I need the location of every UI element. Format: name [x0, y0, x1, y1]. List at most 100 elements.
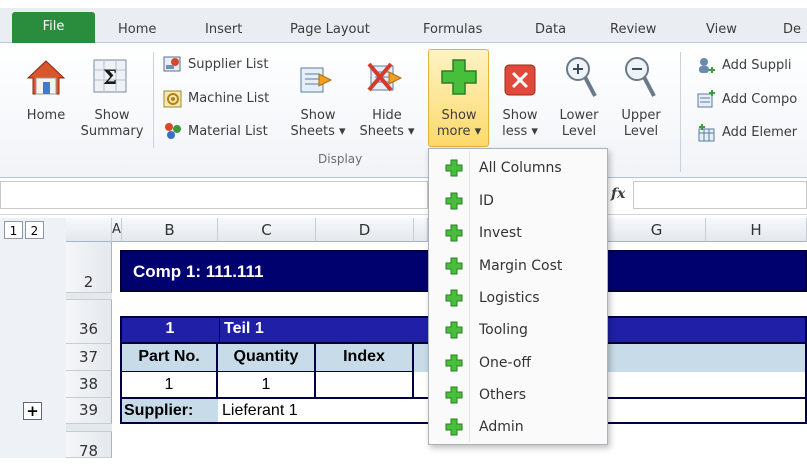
plus-icon: [445, 159, 463, 181]
show-less-button[interactable]: Show less ▾: [494, 108, 546, 140]
tab-file[interactable]: File: [12, 12, 95, 44]
ribbon-separator: [153, 52, 154, 148]
row-header-hidden: [66, 293, 112, 300]
menu-item-others[interactable]: Others: [429, 379, 607, 411]
tab-insert[interactable]: Insert: [205, 22, 242, 37]
outline-level-1-button[interactable]: 1: [4, 221, 23, 239]
part-name-cell[interactable]: Teil 1: [224, 320, 264, 338]
column-header-h[interactable]: H: [706, 218, 807, 242]
menu-item-margin-cost[interactable]: Margin Cost: [429, 250, 607, 282]
tab-formulas[interactable]: Formulas: [423, 22, 482, 37]
tab-view[interactable]: View: [706, 22, 737, 37]
tab-home[interactable]: Home: [118, 22, 156, 37]
tab-page-layout[interactable]: Page Layout: [290, 22, 370, 37]
row-header-2[interactable]: 2: [66, 242, 112, 293]
header-quantity[interactable]: Quantity: [218, 344, 316, 372]
zoom-in-icon: [563, 54, 597, 104]
select-all-corner[interactable]: [66, 218, 112, 242]
add-supplier-icon: [696, 56, 716, 80]
menu-item-label: Tooling: [479, 322, 528, 338]
home-icon: [26, 58, 66, 102]
ribbon-separator: [680, 52, 681, 172]
hide-sheets-button[interactable]: Hide Sheets ▾: [358, 108, 416, 140]
plus-icon: [445, 321, 463, 343]
menu-item-admin[interactable]: Admin: [429, 411, 607, 443]
menu-item-tooling[interactable]: Tooling: [429, 314, 607, 346]
menu-item-invest[interactable]: Invest: [429, 217, 607, 249]
cell-divider: [219, 316, 220, 344]
outline-gutter: [0, 218, 67, 458]
insert-function-icon[interactable]: fx: [611, 186, 625, 202]
value-part-no[interactable]: 1: [122, 372, 218, 399]
header-index[interactable]: Index: [316, 344, 414, 372]
minus-close-icon: [503, 63, 537, 101]
column-header-b[interactable]: B: [122, 218, 218, 242]
header-part-no[interactable]: Part No.: [122, 344, 218, 372]
display-group-label: Display: [318, 152, 363, 166]
plus-icon: [445, 289, 463, 311]
tab-developer[interactable]: De: [783, 22, 801, 37]
supplier-list-button[interactable]: Supplier List: [188, 57, 268, 72]
row-header-38[interactable]: 38: [66, 371, 112, 398]
svg-text:Σ: Σ: [103, 65, 117, 89]
row-header-39[interactable]: 39: [66, 398, 112, 424]
row-header-78[interactable]: 78: [66, 432, 112, 460]
value-quantity[interactable]: 1: [218, 372, 316, 399]
part-number-cell[interactable]: 1: [122, 320, 218, 338]
show-sheets-button[interactable]: Show Sheets ▾: [290, 108, 346, 140]
menu-item-id[interactable]: ID: [429, 185, 607, 217]
add-element-button[interactable]: Add Elemer: [722, 125, 797, 140]
show-more-button[interactable]: Show more ▾: [430, 108, 488, 140]
show-sheets-icon: [299, 64, 333, 100]
menu-item-label: Invest: [479, 225, 522, 241]
row-header-37[interactable]: 37: [66, 344, 112, 371]
hide-sheets-icon: [367, 60, 403, 98]
plus-icon: [445, 224, 463, 246]
column-header-c[interactable]: C: [218, 218, 316, 242]
menu-item-label: One-off: [479, 355, 532, 371]
upper-level-button[interactable]: Upper Level: [613, 108, 669, 140]
menu-item-label: Margin Cost: [479, 258, 563, 274]
home-button[interactable]: Home: [20, 108, 72, 124]
lower-level-button[interactable]: Lower Level: [553, 108, 605, 140]
value-index[interactable]: [316, 372, 414, 399]
menu-item-logistics[interactable]: Logistics: [429, 282, 607, 314]
column-header-g[interactable]: G: [608, 218, 706, 242]
row-header-36[interactable]: 36: [66, 316, 112, 344]
name-box[interactable]: [0, 181, 428, 209]
machine-list-button[interactable]: Machine List: [188, 91, 269, 106]
formula-input[interactable]: [633, 181, 807, 209]
material-list-icon: [163, 121, 183, 145]
show-more-dropdown-menu: All Columns ID Invest Margin Cost Logistics T…: [428, 148, 608, 445]
menu-item-label: All Columns: [479, 160, 562, 176]
menu-item-label: Admin: [479, 419, 524, 435]
plus-icon: [445, 257, 463, 279]
tab-data[interactable]: Data: [535, 22, 566, 37]
add-element-icon: [696, 123, 716, 147]
zoom-out-icon: [622, 54, 656, 104]
menu-item-label: Logistics: [479, 290, 540, 306]
outline-level-2-button[interactable]: 2: [25, 221, 44, 239]
menu-item-label: Others: [479, 387, 527, 403]
add-component-icon: [696, 90, 716, 114]
tab-review[interactable]: Review: [610, 22, 656, 37]
column-header-d[interactable]: D: [316, 218, 414, 242]
material-list-button[interactable]: Material List: [188, 124, 268, 139]
show-summary-button[interactable]: Show Summary: [80, 108, 144, 140]
supplier-list-icon: [163, 54, 183, 78]
expand-outline-button[interactable]: +: [23, 402, 42, 420]
column-header-a[interactable]: A: [112, 218, 122, 242]
menu-item-label: ID: [479, 193, 494, 209]
menu-item-one-off[interactable]: One-off: [429, 347, 607, 379]
component-title: Comp 1: 111.111: [133, 262, 264, 281]
add-supplier-button[interactable]: Add Suppli: [722, 58, 792, 73]
plus-icon: [445, 418, 463, 440]
menu-item-all-columns[interactable]: All Columns: [429, 152, 607, 184]
row-header-hidden: [66, 424, 112, 432]
supplier-value[interactable]: Lieferant 1: [222, 402, 298, 420]
plus-icon: [445, 354, 463, 376]
machine-list-icon: [163, 89, 183, 113]
column-header-e[interactable]: [414, 218, 428, 242]
plus-icon: [445, 386, 463, 408]
add-component-button[interactable]: Add Compo: [722, 92, 797, 107]
